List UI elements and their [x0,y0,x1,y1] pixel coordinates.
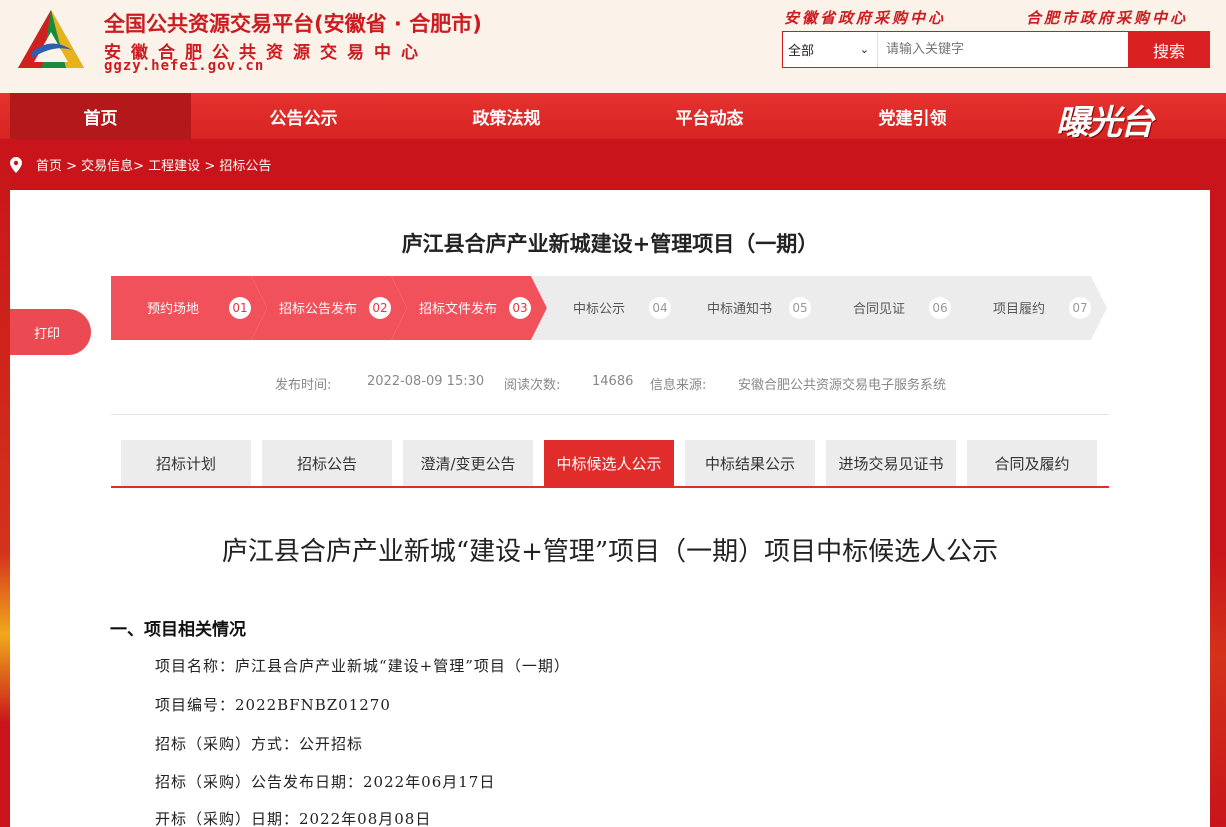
document-title: 庐江县合庐产业新城“建设+管理”项目（一期）项目中标候选人公示 [221,537,999,567]
project-title: 庐江县合庐产业新城建设+管理项目（一期） [401,232,819,256]
step-2[interactable]: 招标公告发布 02 [251,276,407,340]
search-box: 全部 ⌄ 搜索 [782,31,1210,68]
site-logo-icon[interactable] [14,6,88,76]
chevron-down-icon: ⌄ [859,43,869,56]
info-source-label: 信息来源: [650,378,707,393]
nav-item-platform-news[interactable]: 平台动态 [619,93,800,139]
step-label: 中标通知书 [707,302,773,317]
divider [111,414,1109,415]
tab-clarification[interactable]: 澄清/变更公告 [403,440,533,486]
step-label: 合同见证 [853,302,906,317]
step-number: 01 [229,297,251,319]
tab-tender-notice[interactable]: 招标公告 [262,440,392,486]
breadcrumb: 首页 > 交易信息> 工程建设 > 招标公告 [10,155,271,174]
search-input[interactable] [878,32,1128,67]
step-1[interactable]: 预约场地 01 [111,276,267,340]
search-button[interactable]: 搜索 [1128,31,1210,68]
read-count-label: 阅读次数: [504,378,561,393]
tab-tender-plan[interactable]: 招标计划 [121,440,251,486]
step-5[interactable]: 中标通知书 05 [671,276,827,340]
step-label: 项目履约 [993,302,1046,317]
platform-url: ggzy.hefei.gov.cn [104,58,265,74]
step-3[interactable]: 招标文件发布 03 [391,276,547,340]
site-header: 全国公共资源交易平台(安徽省 · 合肥市) 安徽合肥公共资源交易中心 ggzy.… [0,0,1226,93]
step-label: 预约场地 [147,302,200,317]
step-label: 中标公示 [573,302,626,317]
tabs-underline [111,486,1109,488]
step-number: 04 [649,297,671,319]
step-number: 06 [929,297,951,319]
right-decoration [1210,140,1226,827]
exposure-platform-link[interactable]: 曝光台 [1056,95,1154,144]
nav-item-party-building[interactable]: 党建引领 [822,93,1003,139]
location-pin-icon [10,156,22,173]
left-decoration [0,140,10,827]
read-count-value: 14686 [592,374,634,389]
province-procurement-link[interactable]: 安徽省政府采购中心 [784,7,946,28]
bid-opening-date-line: 开标（采购）日期：2022年08月08日 [155,810,432,827]
search-category-select[interactable]: 全部 ⌄ [783,32,878,67]
print-button[interactable]: 打印 [10,309,91,355]
step-label: 招标公告发布 [279,302,358,317]
city-procurement-link[interactable]: 合肥市政府采购中心 [1026,7,1188,28]
nav-item-home[interactable]: 首页 [10,93,191,139]
tab-transaction-certificate[interactable]: 进场交易见证书 [826,440,956,486]
announcement-tabs: 招标计划 招标公告 澄清/变更公告 中标候选人公示 中标结果公示 进场交易见证书… [121,440,1099,488]
tab-contract[interactable]: 合同及履约 [967,440,1097,486]
breadcrumb-text[interactable]: 首页 > 交易信息> 工程建设 > 招标公告 [36,155,271,174]
search-category-value: 全部 [788,44,815,59]
progress-steps: 预约场地 01 招标公告发布 02 招标文件发布 03 中标公示 04 中标通知… [111,276,1109,340]
step-6[interactable]: 合同见证 06 [811,276,967,340]
tab-candidate-notice[interactable]: 中标候选人公示 [544,440,674,486]
tender-method-line: 招标（采购）方式：公开招标 [155,735,364,753]
step-number: 03 [509,297,531,319]
publish-time-value: 2022-08-09 15:30 [367,374,485,389]
notice-date-line: 招标（采购）公告发布日期：2022年06月17日 [155,773,496,791]
platform-title: 全国公共资源交易平台(安徽省 · 合肥市) [104,12,482,36]
section-heading: 一、项目相关情况 [110,620,246,640]
step-4[interactable]: 中标公示 04 [531,276,687,340]
step-number: 05 [789,297,811,319]
nav-item-policies[interactable]: 政策法规 [416,93,597,139]
project-code-line: 项目编号：2022BFNBZ01270 [155,696,391,714]
step-number: 02 [369,297,391,319]
tab-award-result[interactable]: 中标结果公示 [685,440,815,486]
project-name-line: 项目名称：庐江县合庐产业新城“建设+管理”项目（一期） [155,657,570,675]
main-nav: 首页 公告公示 政策法规 平台动态 党建引领 曝光台 [0,93,1226,143]
nav-item-announcements[interactable]: 公告公示 [213,93,394,139]
info-source-value: 安徽合肥公共资源交易电子服务系统 [738,378,947,393]
step-label: 招标文件发布 [419,302,498,317]
step-7[interactable]: 项目履约 07 [951,276,1107,340]
content-panel: 庐江县合庐产业新城建设+管理项目（一期） 预约场地 01 招标公告发布 02 招… [10,190,1210,827]
step-number: 07 [1069,297,1091,319]
publish-time-label: 发布时间: [275,378,332,393]
